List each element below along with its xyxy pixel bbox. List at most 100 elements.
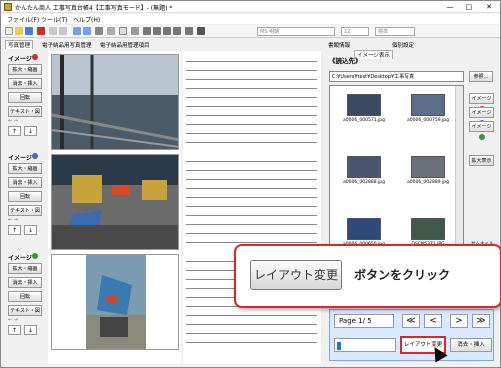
page-indicator: Page 1/ 5: [334, 314, 394, 328]
save-icon[interactable]: [25, 27, 33, 35]
thumbnail-item[interactable]: a0006_002889.jpg: [398, 156, 458, 185]
dims-label: ← →: [8, 317, 18, 323]
thumbnail-image: [347, 156, 381, 178]
fit-icon[interactable]: [185, 27, 193, 35]
delete-insert-button[interactable]: 消去・挿入: [8, 277, 42, 288]
zoom-out-icon[interactable]: [83, 27, 91, 35]
browse-button[interactable]: 参照...: [469, 71, 493, 82]
rotate-button[interactable]: 回転: [8, 291, 42, 302]
zoom-button[interactable]: 拡大・縮画: [8, 163, 42, 174]
first-page-icon[interactable]: [143, 27, 151, 35]
thumbnail-name: a0006_000571.jpg: [342, 118, 386, 123]
delete-insert-button[interactable]: 消去・挿入: [8, 78, 42, 89]
paste-icon[interactable]: [59, 27, 67, 35]
last-page-button[interactable]: ≫: [472, 314, 490, 328]
delete-insert-page-button[interactable]: 消去・挿入: [450, 338, 492, 352]
print-preview-icon[interactable]: [107, 27, 115, 35]
font-style-select[interactable]: 標準: [375, 27, 415, 36]
prev-page-icon[interactable]: [153, 27, 161, 35]
button-label: イメージ: [471, 110, 492, 116]
menu-tools[interactable]: ツール(T): [41, 15, 67, 24]
next-page-button[interactable]: >: [450, 314, 468, 328]
rotate-button[interactable]: 回転: [8, 191, 42, 202]
print-icon[interactable]: [95, 27, 103, 35]
zoom-button[interactable]: 拡大・縮画: [8, 64, 42, 75]
progress-fill: [337, 342, 341, 350]
app-icon: [4, 3, 12, 11]
menu-bar: ファイル(F) ツール(T) ヘルプ(H): [1, 14, 500, 24]
worksite-photo: [52, 155, 178, 249]
photo-slot-3[interactable]: [51, 254, 179, 350]
number-icon[interactable]: [119, 27, 127, 35]
up-arrow-button[interactable]: ↑: [8, 325, 21, 335]
photo-column: [48, 51, 181, 364]
thumbnail-image: [347, 218, 381, 240]
open-folder-icon[interactable]: [15, 27, 23, 35]
layout-icon[interactable]: [131, 27, 139, 35]
delete-insert-button[interactable]: 消去・挿入: [8, 177, 42, 188]
app-window: かんたん商人 工事写真台帳4【工事写真モード】- (無題) * — □ ✕ ファ…: [0, 0, 501, 368]
last-page-icon[interactable]: [173, 27, 181, 35]
font-size-select[interactable]: 12: [341, 27, 369, 36]
thumbnail-item[interactable]: DSCN5371.JPG: [398, 218, 458, 247]
tab-electronic-photo[interactable]: 電子納品用写真管理: [42, 41, 92, 49]
text-button[interactable]: テキスト・図: [8, 305, 42, 316]
minimize-button[interactable]: —: [441, 2, 459, 12]
insert-image-3-button[interactable]: イメージ: [469, 121, 494, 140]
caption-lines-2[interactable]: [186, 161, 317, 257]
zoom-button[interactable]: 拡大・縮画: [8, 263, 42, 274]
thumbnail-image: [347, 94, 381, 116]
text-button[interactable]: テキスト・図: [8, 106, 42, 117]
font-family-select[interactable]: MS 明朝: [257, 27, 335, 36]
zoom-view-button[interactable]: 拡大表示: [469, 155, 494, 166]
up-arrow-button[interactable]: ↑: [8, 126, 21, 136]
first-page-button[interactable]: ≪: [402, 314, 420, 328]
up-arrow-button[interactable]: ↑: [8, 225, 21, 235]
copy-icon[interactable]: [49, 27, 57, 35]
thumbnail-item[interactable]: a0006_000759.jpg: [398, 94, 458, 123]
rotate-button[interactable]: 回転: [8, 92, 42, 103]
thumbnail-name: a0006_002889.jpg: [406, 180, 450, 185]
down-arrow-button[interactable]: ↓: [24, 225, 37, 235]
left-tabs: 写真管理 電子納品用写真管理 電子納品用管理項目: [5, 40, 175, 50]
new-file-icon[interactable]: [5, 27, 13, 35]
next-page-icon[interactable]: [163, 27, 171, 35]
zoom-in-icon[interactable]: [73, 27, 81, 35]
right-panel: 書類情報 イメージ表示 個別設定 《読込先》 C:¥Users¥test¥Des…: [324, 43, 499, 364]
photo-slot-2[interactable]: [51, 154, 179, 250]
maximize-button[interactable]: □: [460, 2, 478, 12]
menu-file[interactable]: ファイル(F): [7, 15, 39, 24]
text-button[interactable]: テキスト・図: [8, 205, 42, 216]
prev-page-button[interactable]: <: [424, 314, 442, 328]
delete-icon[interactable]: [37, 27, 45, 35]
menu-help[interactable]: ヘルプ(H): [73, 15, 100, 24]
down-arrow-button[interactable]: ↓: [24, 325, 37, 335]
tab-electronic-items[interactable]: 電子納品用管理項目: [100, 41, 150, 49]
dims-label: ← →: [8, 118, 18, 124]
source-path-field[interactable]: C:¥Users¥test¥Desktop¥工事写真: [329, 71, 464, 82]
left-button-panel: イメージ 拡大・縮画 消去・挿入 回転 テキスト・図 ← → ↑ ↓ イメージ …: [4, 51, 46, 364]
arrows-icon[interactable]: [197, 27, 205, 35]
button-label: イメージ: [471, 124, 492, 130]
tab-individual-settings[interactable]: 個別設定: [392, 41, 414, 49]
page-progress[interactable]: [334, 338, 396, 352]
group-label: イメージ: [8, 56, 32, 63]
thumbnail-item[interactable]: a0006_002888.jpg: [334, 156, 394, 185]
thumbnail-item[interactable]: a0006_000650.jpg: [334, 218, 394, 247]
tab-document-info[interactable]: 書類情報: [328, 41, 350, 49]
toolbar: MS 明朝 12 標準: [1, 25, 500, 38]
caption-lines-1[interactable]: [186, 61, 317, 157]
green-circle-icon: [32, 253, 38, 259]
insert-image-2-button[interactable]: イメージ: [469, 107, 494, 126]
insert-image-1-button[interactable]: イメージ: [469, 93, 494, 112]
photo-slot-1[interactable]: [51, 54, 179, 150]
page-navigator: Page 1/ 5 ≪ < > ≫ レイアウト変更 消去・挿入: [329, 309, 494, 361]
green-circle-icon: [478, 133, 485, 140]
source-heading: 《読込先》: [329, 57, 362, 65]
button-label: イメージ: [471, 96, 492, 102]
thumbnail-item[interactable]: a0006_000571.jpg: [334, 94, 394, 123]
tab-photo-management[interactable]: 写真管理: [5, 40, 34, 49]
thumbnail-name: a0006_000759.jpg: [406, 118, 450, 123]
down-arrow-button[interactable]: ↓: [24, 126, 37, 136]
close-button[interactable]: ✕: [480, 2, 498, 12]
